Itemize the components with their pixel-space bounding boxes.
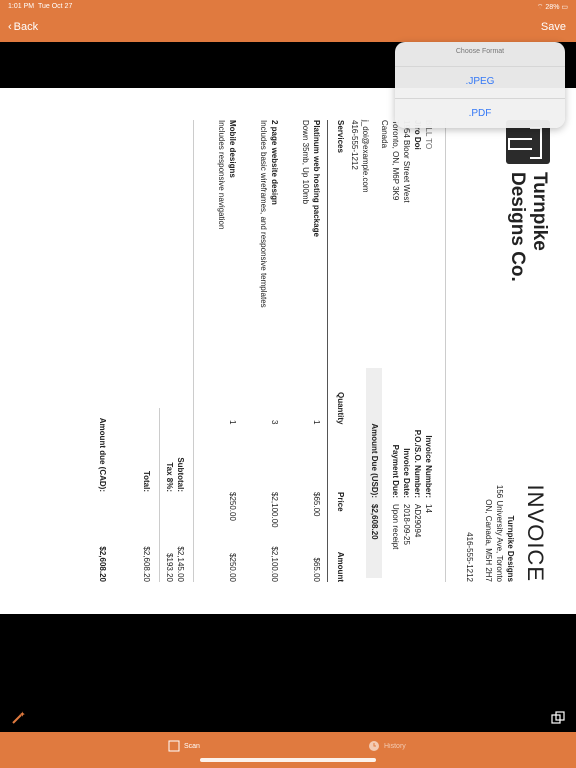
amount-due-box: Amount Due (USD): $2,608.20 — [366, 368, 382, 578]
back-label: Back — [13, 21, 39, 33]
header-divider — [327, 120, 328, 582]
from-addr1: 156 University Ave, Toronto — [495, 484, 504, 582]
header-quantity: Quantity — [336, 392, 345, 425]
items-divider — [193, 120, 194, 582]
tax-label: Tax 8%: — [165, 462, 174, 492]
header-services: Services — [336, 120, 345, 153]
scan-icon — [168, 740, 180, 752]
from-name: Turnpike Designs — [506, 515, 515, 582]
popover-title: Choose Format — [455, 48, 505, 55]
status-bar: 1:01 PM Tue Oct 27 ⌔ 28% ▭ — [0, 0, 576, 14]
divider — [445, 120, 446, 582]
client-addr2: Toronto, ON, M6P 3K9 — [391, 120, 400, 201]
status-battery: ⌔ 28% ▭ — [537, 3, 568, 12]
item-desc: Includes basic wireframes, and responsiv… — [259, 120, 268, 308]
client-email: j_doi@example.com — [361, 120, 370, 193]
from-addr2: ON, Canada, M5H 2H7 — [484, 499, 493, 582]
amount-due-cad-row: Amount due (CAD): $2,608.20 — [94, 308, 108, 582]
item-qty: 1 — [312, 420, 321, 425]
meta-values: 14 AD29094 2018-09-25 Upon receipt — [390, 504, 434, 584]
invoice-title: INVOICE — [523, 484, 548, 582]
navigation-bar: ‹ Back Save — [0, 14, 576, 42]
client-addr1: 1954 Bloor Street West — [402, 120, 411, 203]
magic-wand-icon[interactable]: ✦ — [10, 710, 26, 726]
amount-due-cad-label: Amount due (CAD): — [98, 417, 107, 492]
tab-scan[interactable]: Scan — [168, 740, 200, 752]
items-header: Services Quantity Price Amount — [332, 120, 346, 582]
svg-text:✦: ✦ — [19, 710, 26, 719]
meta-value: 2018-09-25 — [402, 504, 411, 545]
totals-block: Subtotal: $2,145.00 Tax 8%: $193.20 Tota… — [126, 408, 186, 582]
item-desc: Down 35mb, Up 100mb — [301, 120, 310, 205]
amount-due-cad-value: $2,608.20 — [98, 546, 107, 582]
item-amount: $65.00 — [312, 557, 321, 582]
meta-label: Payment Due: — [391, 444, 400, 498]
status-time: 1:01 PM — [8, 3, 35, 10]
format-option-jpeg[interactable]: .JPEG — [395, 66, 565, 97]
meta-value: Upon receipt — [391, 504, 400, 550]
tax-value: $193.20 — [165, 553, 174, 582]
battery-percent: 28% — [545, 4, 560, 11]
chevron-left-icon: ‹ — [8, 21, 12, 33]
totals-divider — [159, 408, 160, 582]
item-qty: 3 — [270, 420, 279, 425]
client-country: Canada — [380, 120, 389, 149]
invoice-page: Turnpike Designs Co. INVOICE Turnpike De… — [0, 108, 576, 594]
item-qty: 1 — [228, 420, 237, 425]
meta-value: AD29094 — [413, 504, 422, 538]
from-address: Turnpike Designs 156 University Ave, Tor… — [464, 485, 516, 582]
company-name-line1: Turnpike — [529, 172, 550, 251]
item-desc: Includes responsive navigation — [217, 120, 226, 230]
header-price: Price — [336, 492, 345, 512]
from-phone: 416-555-1212 — [465, 532, 474, 582]
invoice-document: Turnpike Designs Co. INVOICE Turnpike De… — [0, 88, 576, 614]
item-price: $250.00 — [228, 492, 237, 521]
table-row: Platinum web hosting package Down 35mb, … — [282, 120, 322, 582]
back-button[interactable]: ‹ Back — [8, 21, 38, 33]
meta-label: Invoice Number: — [424, 435, 433, 498]
clock-icon — [368, 740, 380, 752]
header-amount: Amount — [336, 551, 345, 582]
meta-value: 14 — [424, 504, 433, 513]
format-popover: Choose Format .JPEG .PDF — [395, 42, 565, 128]
format-option-pdf[interactable]: .PDF — [395, 98, 565, 129]
subtotal-label: Subtotal: — [176, 457, 185, 492]
item-amount: $250.00 — [228, 553, 237, 582]
client-name: Jiro Doi — [413, 120, 422, 150]
home-indicator — [200, 758, 376, 762]
meta-label: Invoice Date: — [402, 448, 411, 498]
item-price: $65.00 — [312, 492, 321, 517]
subtotal-value: $2,145.00 — [176, 546, 185, 582]
meta-label: P.O./S.O. Number: — [413, 429, 422, 498]
amount-due-label: Amount Due (USD): — [370, 423, 379, 498]
tab-history[interactable]: History — [368, 740, 406, 752]
total-label: Total: — [142, 470, 151, 492]
company-name-line2: Designs Co. — [507, 172, 528, 282]
item-price: $2,100.00 — [270, 492, 279, 528]
bill-to-block: BILL TO Jiro Doi 1954 Bloor Street West … — [349, 120, 434, 203]
total-value: $2,608.20 — [142, 546, 151, 582]
table-row: Mobile designs Includes responsive navig… — [198, 120, 238, 582]
battery-icon: ▭ — [561, 4, 568, 11]
tab-scan-label: Scan — [184, 742, 200, 750]
client-phone: 416-555-1212 — [350, 120, 359, 170]
wifi-icon: ⌔ — [536, 4, 544, 11]
amount-due-value: $2,608.20 — [370, 504, 379, 540]
meta-labels: Invoice Number: P.O./S.O. Number: Invoic… — [390, 378, 434, 498]
save-button[interactable]: Save — [541, 21, 566, 33]
tab-history-label: History — [384, 742, 406, 750]
status-date: Tue Oct 27 — [37, 3, 73, 10]
tab-bar: Scan History — [0, 732, 576, 768]
copy-icon[interactable] — [550, 710, 566, 726]
table-row: 2 page website design Includes basic wir… — [240, 120, 280, 582]
item-amount: $2,100.00 — [270, 546, 279, 582]
bill-to-label: BILL TO — [424, 120, 433, 150]
status-time-date: 1:01 PM Tue Oct 27 — [8, 3, 72, 10]
